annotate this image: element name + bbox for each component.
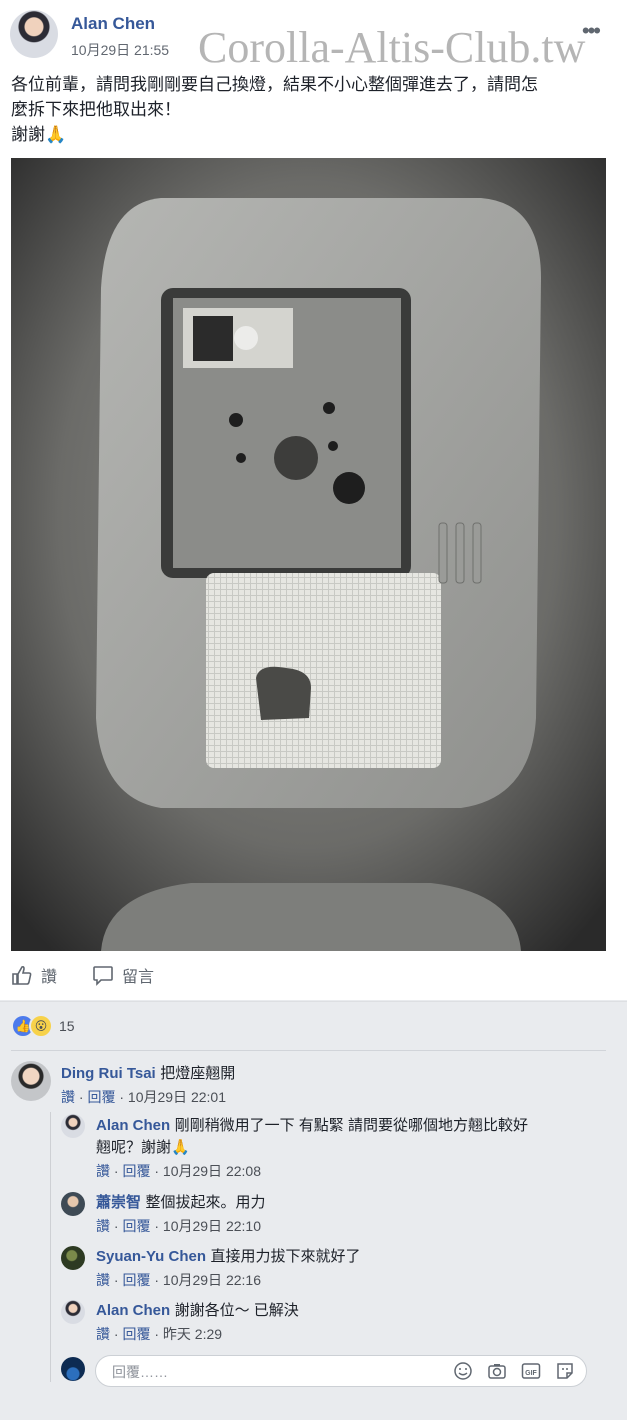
reply-comment: Syuan-Yu Chen 直接用力拔下來就好了 讚 · 回覆 · 10月29日… xyxy=(96,1245,596,1290)
commenter-avatar[interactable] xyxy=(61,1192,85,1216)
meta-separator: · xyxy=(113,1326,119,1342)
commenter-avatar[interactable] xyxy=(11,1061,51,1101)
reply-comment: Alan Chen 剛剛稍微用了一下 有點緊 請問要從哪個地方翹比較好翹呢？謝謝… xyxy=(96,1115,596,1181)
gif-icon[interactable]: GIF xyxy=(520,1360,542,1382)
actions-divider xyxy=(0,1001,627,1002)
comments-divider xyxy=(11,1050,606,1051)
comment-text: 謝謝各位～ 已解決 xyxy=(174,1302,299,1319)
comment-button[interactable]: 留言 xyxy=(92,963,154,987)
reply-thread-line xyxy=(50,1112,51,1382)
post-photo[interactable] xyxy=(11,158,606,951)
comment-time[interactable]: 10月29日 22:16 xyxy=(163,1272,261,1288)
meta-separator: · xyxy=(113,1218,119,1234)
reaction-count: 15 xyxy=(59,1018,75,1034)
dome-light-photo-illustration xyxy=(11,158,606,951)
post-text-line: 謝謝🙏 xyxy=(11,125,67,144)
comment-like-link[interactable]: 讚 xyxy=(96,1218,110,1234)
meta-separator: · xyxy=(119,1089,125,1105)
comment-like-link[interactable]: 讚 xyxy=(96,1163,110,1179)
comment-time[interactable]: 10月29日 22:08 xyxy=(163,1163,261,1179)
post-timestamp[interactable]: 10月29日 21:55 xyxy=(71,40,169,60)
reply-input[interactable]: 回覆…… GIF xyxy=(95,1355,587,1387)
commenter-name[interactable]: 蕭崇智 xyxy=(96,1194,141,1211)
comment-time[interactable]: 10月29日 22:10 xyxy=(163,1218,261,1234)
emoji-icon[interactable] xyxy=(452,1360,474,1382)
reaction-summary[interactable]: 👍 😮 15 xyxy=(11,1014,75,1038)
comment-text: 直接用力拔下來就好了 xyxy=(210,1248,361,1265)
comment-text: 整個拔起來。用力 xyxy=(145,1194,266,1211)
commenter-name[interactable]: Alan Chen xyxy=(96,1117,170,1134)
post-author[interactable]: Alan Chen xyxy=(71,14,155,34)
wow-reaction-icon: 😮 xyxy=(29,1014,53,1038)
reply-comment: 蕭崇智 整個拔起來。用力 讚 · 回覆 · 10月29日 22:10 xyxy=(96,1191,596,1236)
post-text-line: 各位前輩，請問我剛剛要自己換燈，結果不小心整個彈進去了，請問怎 xyxy=(11,75,538,94)
post-text: 各位前輩，請問我剛剛要自己換燈，結果不小心整個彈進去了，請問怎 麼拆下來把他取出… xyxy=(11,72,611,147)
commenter-avatar[interactable] xyxy=(61,1300,85,1324)
current-user-avatar xyxy=(61,1357,85,1381)
comment-reply-link[interactable]: 回覆 xyxy=(87,1089,115,1105)
watermark: Corolla-Altis-Club.tw xyxy=(198,23,586,72)
post-actions: 讚 留言 xyxy=(0,955,627,999)
commenter-name[interactable]: Alan Chen xyxy=(96,1302,170,1319)
reply-comment: Alan Chen 謝謝各位～ 已解決 讚 · 回覆 · 昨天 2:29 xyxy=(96,1299,596,1344)
comment-reply-link[interactable]: 回覆 xyxy=(122,1163,150,1179)
comment-like-link[interactable]: 讚 xyxy=(96,1326,110,1342)
comment-bubble-icon xyxy=(93,966,113,986)
comment-reply-link[interactable]: 回覆 xyxy=(122,1326,150,1342)
reply-tools: GIF xyxy=(452,1360,576,1382)
sticker-icon[interactable] xyxy=(554,1360,576,1382)
comment-time[interactable]: 昨天 2:29 xyxy=(163,1326,222,1342)
post-card: Alan Chen 10月29日 21:55 ••• Corolla-Altis… xyxy=(0,0,627,1000)
meta-separator: · xyxy=(154,1218,160,1234)
svg-text:GIF: GIF xyxy=(525,1370,537,1377)
commenter-name[interactable]: Ding Rui Tsai xyxy=(61,1065,156,1082)
meta-separator: · xyxy=(78,1089,84,1105)
like-label: 讚 xyxy=(41,969,58,986)
meta-separator: · xyxy=(154,1326,160,1342)
like-button[interactable]: 讚 xyxy=(11,963,57,987)
comment-reply-link[interactable]: 回覆 xyxy=(122,1218,150,1234)
commenter-avatar[interactable] xyxy=(61,1114,85,1138)
reply-placeholder: 回覆…… xyxy=(112,1364,168,1380)
comment-text: 剛剛稍微用了一下 有點緊 請問要從哪個地方翹比較好 xyxy=(174,1117,528,1134)
comment-text: 翹呢？謝謝🙏 xyxy=(96,1139,190,1156)
commenter-name[interactable]: Syuan-Yu Chen xyxy=(96,1248,206,1265)
comment-like-link[interactable]: 讚 xyxy=(96,1272,110,1288)
author-avatar[interactable] xyxy=(10,10,58,58)
meta-separator: · xyxy=(113,1163,119,1179)
comment-like-link[interactable]: 讚 xyxy=(61,1089,75,1105)
comment-label: 留言 xyxy=(122,969,155,986)
meta-separator: · xyxy=(154,1272,160,1288)
meta-separator: · xyxy=(113,1272,119,1288)
comment: Ding Rui Tsai 把燈座翹開 讚 · 回覆 · 10月29日 22:0… xyxy=(61,1062,601,1107)
post-text-line: 麼拆下來把他取出來！ xyxy=(11,100,181,119)
commenter-avatar[interactable] xyxy=(61,1246,85,1270)
thumbs-up-icon xyxy=(12,965,32,985)
comment-text: 把燈座翹開 xyxy=(160,1065,236,1082)
comment-time[interactable]: 10月29日 22:01 xyxy=(128,1089,226,1105)
camera-icon[interactable] xyxy=(486,1360,508,1382)
comment-reply-link[interactable]: 回覆 xyxy=(122,1272,150,1288)
meta-separator: · xyxy=(154,1163,160,1179)
